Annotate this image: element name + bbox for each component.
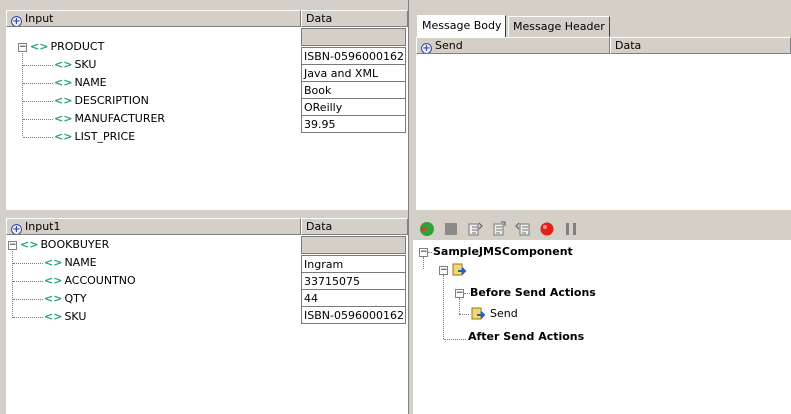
element-icon: <> xyxy=(44,274,63,287)
tree-line xyxy=(459,298,460,314)
step-back-icon[interactable] xyxy=(515,221,531,237)
tree-node-sku[interactable]: <> SKU xyxy=(44,308,86,326)
element-icon: <> xyxy=(54,58,73,71)
tree-node-component[interactable]: SampleJMSComponent xyxy=(433,243,573,261)
send-data-header[interactable]: Data xyxy=(610,37,791,54)
element-icon: <> xyxy=(54,112,73,125)
tree-node-manufacturer[interactable]: <> MANUFACTURER xyxy=(54,110,165,128)
data-cell[interactable]: ISBN-0596000162 xyxy=(301,306,406,324)
tab-message-body[interactable]: Message Body xyxy=(417,15,507,37)
tree-line xyxy=(423,257,424,269)
expand-toggle[interactable]: − xyxy=(18,43,27,52)
debug-toolbar xyxy=(413,218,791,240)
tree-node-list-price[interactable]: <> LIST_PRICE xyxy=(54,128,135,146)
expand-toggle[interactable]: − xyxy=(8,241,17,250)
data-cell-root[interactable] xyxy=(301,236,406,254)
element-icon: <> xyxy=(54,130,73,143)
tree-line xyxy=(444,339,466,340)
run-icon[interactable] xyxy=(419,221,435,237)
tree-node-after-send[interactable]: After Send Actions xyxy=(468,328,584,346)
input-data-header[interactable]: Data xyxy=(301,10,408,27)
tree-line xyxy=(13,299,43,300)
input-header[interactable]: + Input xyxy=(6,10,301,27)
step-over-icon[interactable] xyxy=(491,221,507,237)
element-icon: <> xyxy=(44,292,63,305)
tree-line xyxy=(443,275,444,339)
tree-line xyxy=(12,248,13,318)
tree-node-accountno[interactable]: <> ACCOUNTNO xyxy=(44,272,136,290)
data-cell-root[interactable] xyxy=(301,28,406,46)
tree-node-name[interactable]: <> NAME xyxy=(44,254,97,272)
step-icon[interactable] xyxy=(467,221,483,237)
tree-node-send[interactable]: Send xyxy=(490,305,518,323)
element-icon: <> xyxy=(44,310,63,323)
send-component-icon[interactable] xyxy=(451,262,467,278)
tree-line xyxy=(13,317,43,318)
send-action-icon[interactable] xyxy=(470,306,486,322)
tab-message-header[interactable]: Message Header xyxy=(508,16,610,37)
data-cell[interactable]: OReilly xyxy=(301,98,406,116)
element-icon: <> xyxy=(20,238,39,251)
tree-line xyxy=(23,137,53,138)
data-cell[interactable]: 39.95 xyxy=(301,115,406,133)
input-panel: + Input Data − <> PRODUCT <> SKU <> NAME <> D… xyxy=(6,10,408,210)
tree-node-description[interactable]: <> DESCRIPTION xyxy=(54,92,149,110)
tree-line xyxy=(23,119,53,120)
collapse-icon[interactable]: + xyxy=(11,16,22,26)
tree-node-bookbuyer[interactable]: <> BOOKBUYER xyxy=(20,236,109,254)
element-icon: <> xyxy=(54,94,73,107)
input1-header[interactable]: + Input1 xyxy=(6,218,301,235)
tree-node-name[interactable]: <> NAME xyxy=(54,74,107,92)
send-header[interactable]: + Send xyxy=(416,37,610,54)
tree-line xyxy=(13,281,43,282)
element-icon: <> xyxy=(30,40,49,53)
expand-toggle[interactable]: − xyxy=(439,266,448,275)
data-cell[interactable]: 33715075 xyxy=(301,272,406,290)
collapse-icon[interactable]: + xyxy=(11,224,22,234)
breakpoint-icon[interactable] xyxy=(539,221,555,237)
element-icon: <> xyxy=(44,256,63,269)
tree-line xyxy=(23,65,53,66)
element-icon: <> xyxy=(54,76,73,89)
tree-line xyxy=(22,50,23,136)
tree-line xyxy=(23,101,53,102)
data-cell[interactable]: Book xyxy=(301,81,406,99)
tree-node-product[interactable]: <> PRODUCT xyxy=(30,38,104,56)
tree-line xyxy=(428,252,432,253)
data-cell[interactable]: ISBN-0596000162 xyxy=(301,47,406,65)
tree-line xyxy=(23,83,53,84)
expand-toggle[interactable]: − xyxy=(455,289,464,298)
data-cell[interactable]: 44 xyxy=(301,289,406,307)
stop-icon[interactable] xyxy=(443,221,459,237)
message-body-panel: + Send Data xyxy=(416,37,791,210)
component-tree-panel: − SampleJMSComponent − − Before Send Act… xyxy=(413,240,791,414)
input1-data-header[interactable]: Data xyxy=(301,218,408,235)
input1-panel: + Input1 Data − <> BOOKBUYER <> NAME <> ACCO… xyxy=(6,218,408,414)
tree-line xyxy=(459,314,469,315)
tree-line xyxy=(13,263,43,264)
data-cell[interactable]: Java and XML xyxy=(301,64,406,82)
pause-icon[interactable] xyxy=(563,221,579,237)
tree-node-before-send[interactable]: Before Send Actions xyxy=(470,284,596,302)
data-cell[interactable]: Ingram xyxy=(301,255,406,273)
tree-node-qty[interactable]: <> QTY xyxy=(44,290,87,308)
collapse-icon[interactable]: + xyxy=(421,43,432,53)
tree-node-sku[interactable]: <> SKU xyxy=(54,56,96,74)
expand-toggle[interactable]: − xyxy=(419,248,428,257)
